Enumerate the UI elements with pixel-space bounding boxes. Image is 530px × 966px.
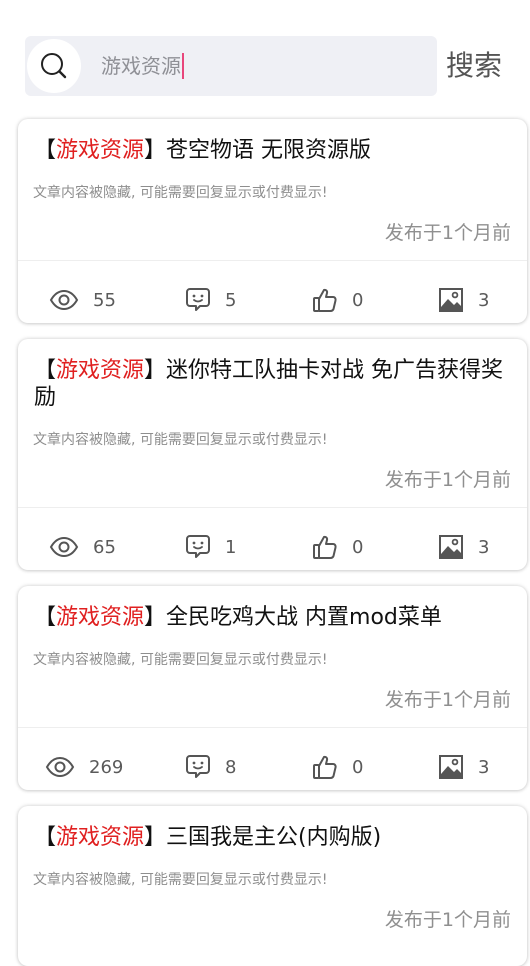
text-cursor	[182, 53, 184, 79]
post-title-text: 三国我是主公(内购版)	[166, 825, 382, 850]
images-stat: 3	[438, 285, 489, 315]
post-tag: 游戏资源	[56, 358, 145, 383]
post-card[interactable]: 【游戏资源】迷你特工队抽卡对战 免广告获得奖励 文章内容被隐藏, 可能需要回复显…	[18, 339, 527, 570]
divider	[18, 260, 527, 261]
comments-count: 1	[225, 536, 237, 558]
post-tag: 游戏资源	[56, 138, 145, 163]
comments-stat[interactable]: 8	[185, 752, 236, 782]
search-bar[interactable]: 游戏资源	[25, 36, 437, 96]
post-title-text: 全民吃鸡大战 内置mod菜单	[166, 605, 442, 630]
thumbs-up-icon	[312, 534, 338, 560]
post-title[interactable]: 【游戏资源】迷你特工队抽卡对战 免广告获得奖励	[34, 357, 513, 411]
image-icon	[438, 287, 464, 313]
post-tag: 游戏资源	[56, 825, 145, 850]
post-time: 发布于1个月前	[384, 689, 511, 711]
search-input[interactable]: 游戏资源	[101, 50, 184, 82]
eye-icon	[49, 289, 79, 311]
eye-icon	[49, 536, 79, 558]
search-icon[interactable]	[27, 39, 81, 93]
views-count: 55	[93, 289, 116, 311]
search-input-value: 游戏资源	[101, 54, 181, 78]
search-button[interactable]: 搜索	[446, 46, 502, 86]
divider	[18, 507, 527, 508]
comments-stat[interactable]: 1	[185, 532, 236, 562]
comment-icon	[185, 287, 211, 313]
comments-count: 5	[225, 289, 237, 311]
comment-icon	[185, 534, 211, 560]
post-title[interactable]: 【游戏资源】三国我是主公(内购版)	[34, 824, 513, 851]
post-title[interactable]: 【游戏资源】全民吃鸡大战 内置mod菜单	[34, 604, 513, 631]
post-card[interactable]: 【游戏资源】苍空物语 无限资源版 文章内容被隐藏, 可能需要回复显示或付费显示!…	[18, 119, 527, 323]
likes-stat[interactable]: 0	[312, 532, 363, 562]
post-card[interactable]: 【游戏资源】全民吃鸡大战 内置mod菜单 文章内容被隐藏, 可能需要回复显示或付…	[18, 586, 527, 790]
likes-count: 0	[352, 536, 364, 558]
likes-stat[interactable]: 0	[312, 752, 363, 782]
post-time: 发布于1个月前	[384, 222, 511, 244]
image-icon	[438, 534, 464, 560]
views-count: 269	[89, 756, 124, 778]
comments-count: 8	[225, 756, 237, 778]
post-hidden-notice: 文章内容被隐藏, 可能需要回复显示或付费显示!	[33, 432, 328, 448]
image-icon	[438, 754, 464, 780]
eye-icon	[45, 756, 75, 778]
post-hidden-notice: 文章内容被隐藏, 可能需要回复显示或付费显示!	[33, 652, 328, 668]
images-count: 3	[478, 289, 490, 311]
views-stat: 65	[49, 532, 116, 562]
images-count: 3	[478, 756, 490, 778]
images-stat: 3	[438, 752, 489, 782]
likes-count: 0	[352, 289, 364, 311]
likes-stat[interactable]: 0	[312, 285, 363, 315]
thumbs-up-icon	[312, 287, 338, 313]
divider	[18, 727, 527, 728]
thumbs-up-icon	[312, 754, 338, 780]
post-hidden-notice: 文章内容被隐藏, 可能需要回复显示或付费显示!	[33, 185, 328, 201]
images-stat: 3	[438, 532, 489, 562]
post-tag: 游戏资源	[56, 605, 145, 630]
comment-icon	[185, 754, 211, 780]
post-card[interactable]: 【游戏资源】三国我是主公(内购版) 文章内容被隐藏, 可能需要回复显示或付费显示…	[18, 806, 527, 966]
comments-stat[interactable]: 5	[185, 285, 236, 315]
images-count: 3	[478, 536, 490, 558]
views-stat: 269	[45, 752, 123, 782]
views-stat: 55	[49, 285, 116, 315]
post-time: 发布于1个月前	[384, 909, 511, 931]
likes-count: 0	[352, 756, 364, 778]
post-time: 发布于1个月前	[384, 469, 511, 491]
post-title[interactable]: 【游戏资源】苍空物语 无限资源版	[34, 137, 513, 164]
post-title-text: 苍空物语 无限资源版	[166, 138, 372, 163]
post-hidden-notice: 文章内容被隐藏, 可能需要回复显示或付费显示!	[33, 872, 328, 888]
views-count: 65	[93, 536, 116, 558]
